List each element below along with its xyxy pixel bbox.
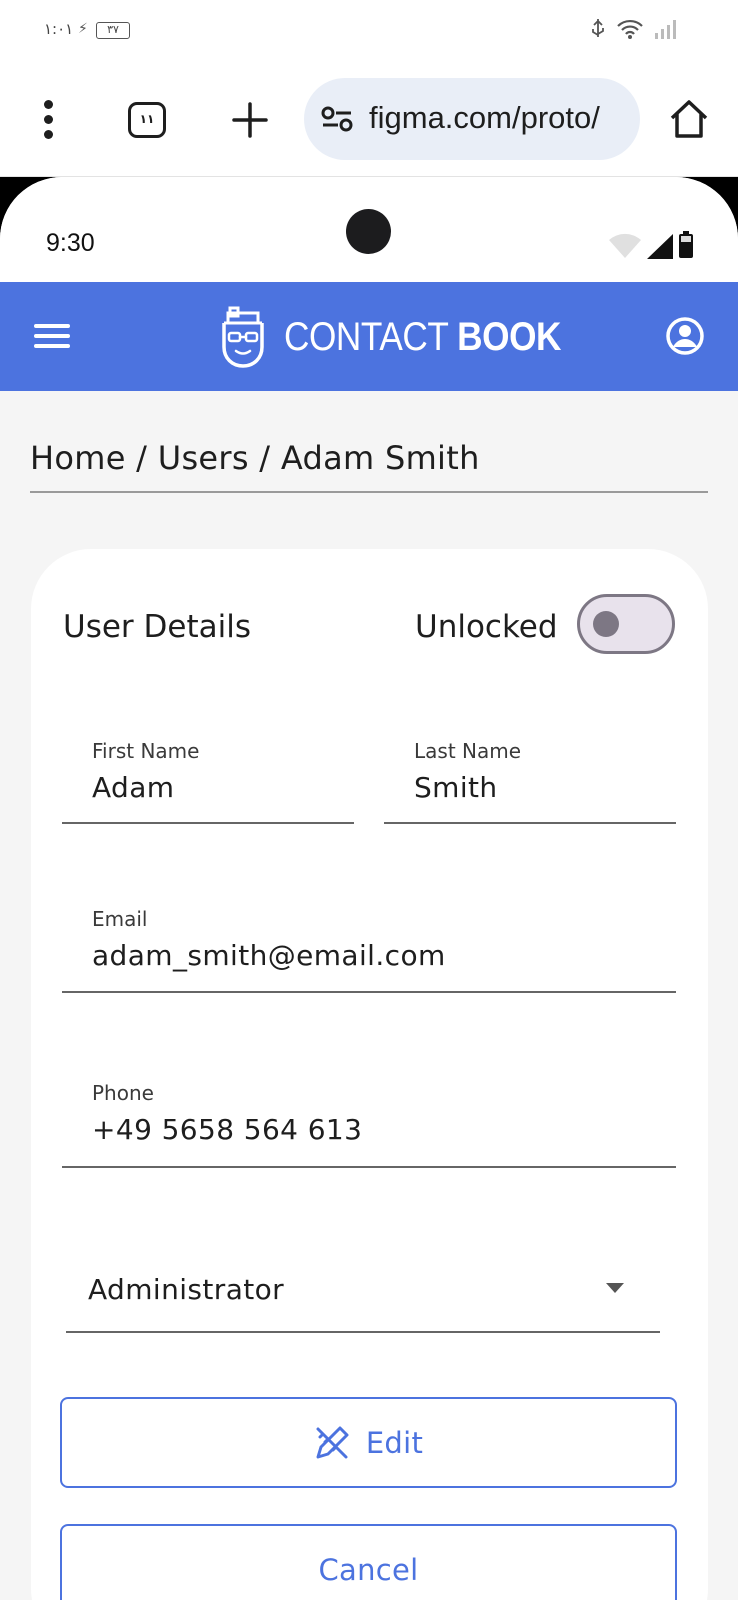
- user-details-card: User Details Unlocked First Name Adam La…: [31, 549, 708, 1600]
- cancel-button[interactable]: Cancel: [60, 1524, 677, 1600]
- edit-button[interactable]: Edit: [60, 1397, 677, 1488]
- device-battery-icon: [679, 231, 693, 258]
- toggle-knob: [593, 611, 619, 637]
- tab-switcher-button[interactable]: ١١: [128, 102, 166, 138]
- app-bar: CONTACT BOOK: [0, 282, 738, 391]
- charging-icon: ⚡: [78, 20, 88, 36]
- os-time: ١:٠١: [44, 20, 74, 38]
- phone-label: Phone: [92, 1081, 154, 1105]
- address-bar[interactable]: figma.com/proto/: [304, 78, 640, 160]
- edit-button-label: Edit: [365, 1425, 424, 1460]
- new-tab-icon[interactable]: [232, 102, 268, 138]
- browser-menu-icon[interactable]: [38, 98, 60, 142]
- menu-icon[interactable]: [34, 322, 72, 350]
- phone-value: +49 5658 564 613: [92, 1113, 363, 1146]
- url-text: figma.com/proto/: [369, 100, 600, 135]
- last-name-field[interactable]: Last Name Smith: [384, 729, 676, 824]
- os-status-bar: ١:٠١ ⚡ ٣٧: [0, 0, 738, 62]
- breadcrumb: Home / Users / Adam Smith: [30, 439, 708, 493]
- device-signal-icon: [647, 234, 673, 259]
- lock-toggle[interactable]: [577, 594, 675, 654]
- site-settings-icon[interactable]: [320, 105, 354, 133]
- first-name-field[interactable]: First Name Adam: [62, 729, 354, 824]
- brand-name: CONTACT BOOK: [284, 314, 561, 359]
- home-icon[interactable]: [668, 98, 710, 140]
- device-wifi-icon: [609, 233, 641, 258]
- signal-icon: [655, 20, 676, 39]
- role-value: Administrator: [88, 1273, 285, 1306]
- first-name-value: Adam: [92, 771, 175, 804]
- device-time: 9:30: [46, 229, 95, 257]
- email-value: adam_smith@email.com: [92, 939, 446, 972]
- last-name-label: Last Name: [414, 739, 522, 763]
- last-name-value: Smith: [414, 771, 498, 804]
- first-name-label: First Name: [92, 739, 200, 763]
- pencil-ruler-icon: [316, 1426, 349, 1458]
- phone-field[interactable]: Phone +49 5658 564 613: [62, 1073, 676, 1168]
- email-field[interactable]: Email adam_smith@email.com: [62, 899, 676, 993]
- card-title: User Details: [63, 609, 251, 645]
- battery-icon: ٣٧: [96, 22, 130, 39]
- brand-logo: CONTACT BOOK: [218, 298, 599, 376]
- role-select[interactable]: Administrator: [66, 1249, 660, 1333]
- lock-status-label: Unlocked: [415, 609, 558, 645]
- usb-icon: [592, 19, 604, 37]
- cancel-button-label: Cancel: [318, 1552, 419, 1587]
- camera-cutout: [346, 209, 391, 254]
- account-icon[interactable]: [665, 316, 705, 356]
- browser-toolbar: ١١ figma.com/proto/: [0, 62, 738, 177]
- wifi-icon: [617, 19, 643, 39]
- device-status-bar: 9:30: [0, 177, 738, 282]
- nerd-face-logo-icon: [222, 306, 264, 368]
- prototype-frame: 9:30 CONTACT BOOK Home / Users / Adam Sm…: [0, 177, 738, 1600]
- email-label: Email: [92, 907, 148, 931]
- dropdown-arrow-icon: [606, 1283, 624, 1293]
